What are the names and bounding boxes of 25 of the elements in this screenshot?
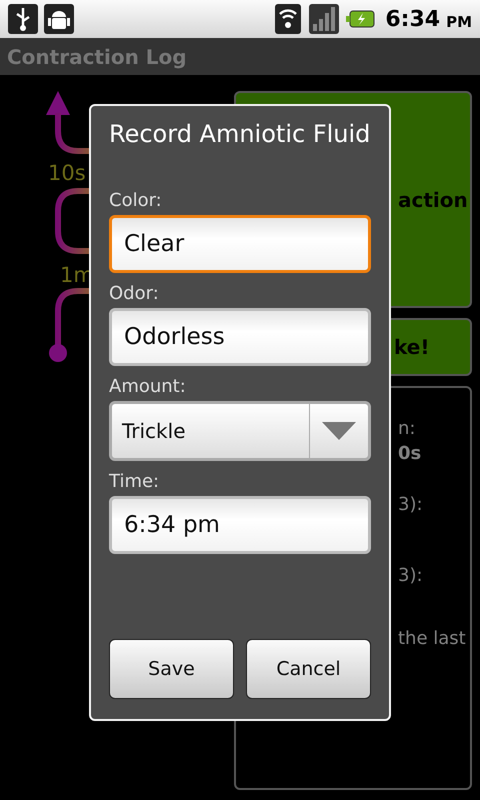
field-label: Amount: — [109, 376, 187, 397]
app-title: Contraction Log — [7, 44, 187, 68]
dropdown-arrow-icon — [322, 422, 356, 440]
stats-text: 3): — [398, 494, 423, 515]
dialog-title: Record Amniotic Fluid — [109, 120, 371, 148]
duration-label: 10s — [48, 161, 86, 185]
input-field[interactable]: Clear — [109, 215, 371, 273]
wifi-icon — [273, 4, 304, 34]
input-field[interactable]: Odorless — [109, 308, 371, 366]
field-label: Color: — [109, 190, 163, 211]
stats-text: 3): — [398, 565, 423, 586]
clock-meridiem: PM — [446, 12, 472, 30]
usb-icon — [8, 4, 38, 34]
save-button[interactable]: Save — [109, 639, 234, 699]
clock-time: 6:34 — [385, 6, 440, 32]
stats-text: n: — [398, 418, 416, 439]
stats-text: 0s — [398, 443, 422, 464]
cancel-button[interactable]: Cancel — [246, 639, 371, 699]
field-label: Odor: — [109, 283, 160, 304]
signal-icon — [309, 4, 340, 34]
field-label: Time: — [109, 471, 160, 492]
input-field[interactable]: 6:34 pm — [109, 496, 371, 554]
amount-dropdown[interactable]: Trickle — [109, 401, 371, 461]
android-icon — [44, 4, 74, 34]
stats-text: the last — [398, 628, 466, 649]
